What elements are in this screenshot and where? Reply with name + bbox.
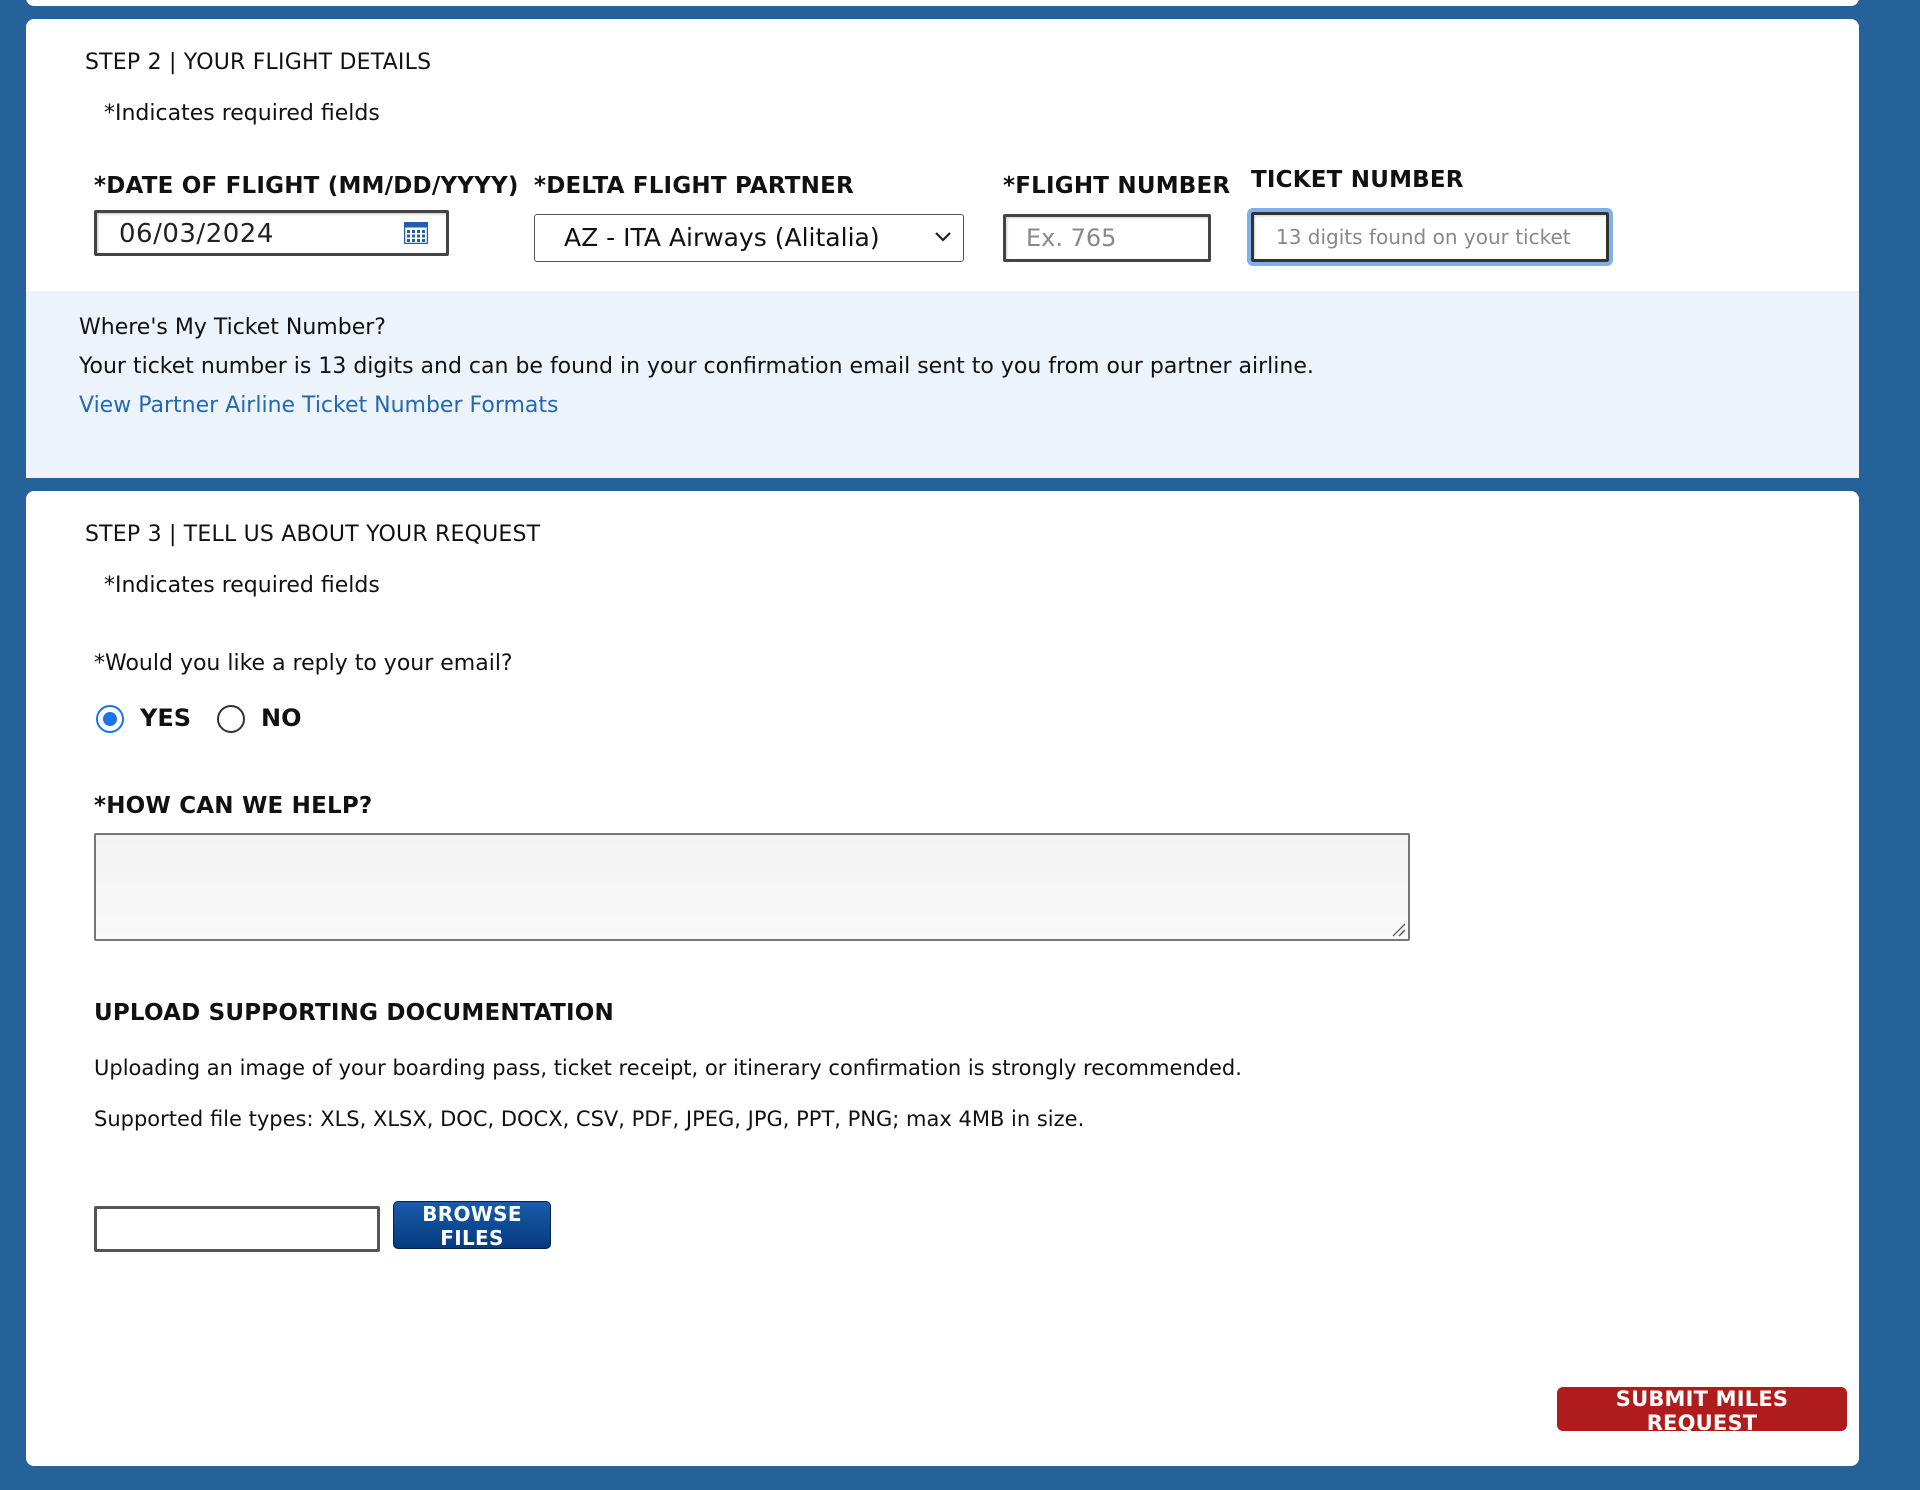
flight-number-label: *FLIGHT NUMBER [1003, 173, 1231, 199]
date-of-flight-value: 06/03/2024 [119, 219, 274, 249]
ticket-number-info: Where's My Ticket Number? Your ticket nu… [26, 291, 1859, 478]
reply-no-label[interactable]: NO [261, 704, 302, 732]
browse-files-button[interactable]: BROWSE FILES [393, 1201, 551, 1250]
supported-file-types-text: Supported file types: XLS, XLSX, DOC, DO… [94, 1107, 1085, 1131]
step2-panel: STEP 2 | YOUR FLIGHT DETAILS *Indicates … [26, 19, 1859, 478]
chevron-down-icon [935, 232, 951, 242]
how-can-we-help-textarea[interactable] [94, 833, 1410, 941]
reply-no-radio[interactable] [217, 705, 245, 733]
flight-number-input[interactable] [1006, 217, 1208, 259]
previous-panel-edge [26, 0, 1859, 6]
file-name-field[interactable] [94, 1206, 380, 1252]
step2-title: STEP 2 | YOUR FLIGHT DETAILS [85, 50, 432, 75]
partner-ticket-formats-link[interactable]: View Partner Airline Ticket Number Forma… [79, 393, 559, 418]
flight-number-field[interactable] [1003, 214, 1211, 262]
date-of-flight-input[interactable]: 06/03/2024 [94, 210, 449, 256]
reply-yes-label[interactable]: YES [140, 704, 191, 732]
how-can-we-help-label: *HOW CAN WE HELP? [94, 793, 373, 819]
ticket-info-text: Your ticket number is 13 digits and can … [79, 354, 1314, 379]
upload-title: UPLOAD SUPPORTING DOCUMENTATION [94, 1000, 614, 1026]
step2-required-note: *Indicates required fields [104, 101, 380, 126]
delta-flight-partner-select[interactable]: AZ - ITA Airways (Alitalia) [534, 214, 964, 262]
submit-miles-request-button[interactable]: SUBMIT MILES REQUEST [1557, 1387, 1847, 1435]
date-of-flight-label: *DATE OF FLIGHT (MM/DD/YYYY) [94, 173, 519, 199]
ticket-number-label: TICKET NUMBER [1251, 167, 1464, 193]
calendar-icon[interactable] [404, 222, 428, 244]
ticket-info-title: Where's My Ticket Number? [79, 315, 386, 340]
delta-flight-partner-label: *DELTA FLIGHT PARTNER [534, 173, 854, 199]
reply-yes-radio[interactable] [96, 705, 124, 733]
step3-required-note: *Indicates required fields [104, 573, 380, 598]
upload-recommendation-text: Uploading an image of your boarding pass… [94, 1056, 1242, 1080]
delta-flight-partner-value: AZ - ITA Airways (Alitalia) [564, 223, 880, 252]
ticket-number-field[interactable] [1247, 208, 1613, 266]
resize-handle-icon[interactable] [1390, 921, 1406, 937]
step3-title: STEP 3 | TELL US ABOUT YOUR REQUEST [85, 522, 541, 547]
step3-panel: STEP 3 | TELL US ABOUT YOUR REQUEST *Ind… [26, 491, 1859, 1466]
reply-question: *Would you like a reply to your email? [94, 651, 513, 676]
ticket-number-input[interactable] [1254, 215, 1606, 259]
